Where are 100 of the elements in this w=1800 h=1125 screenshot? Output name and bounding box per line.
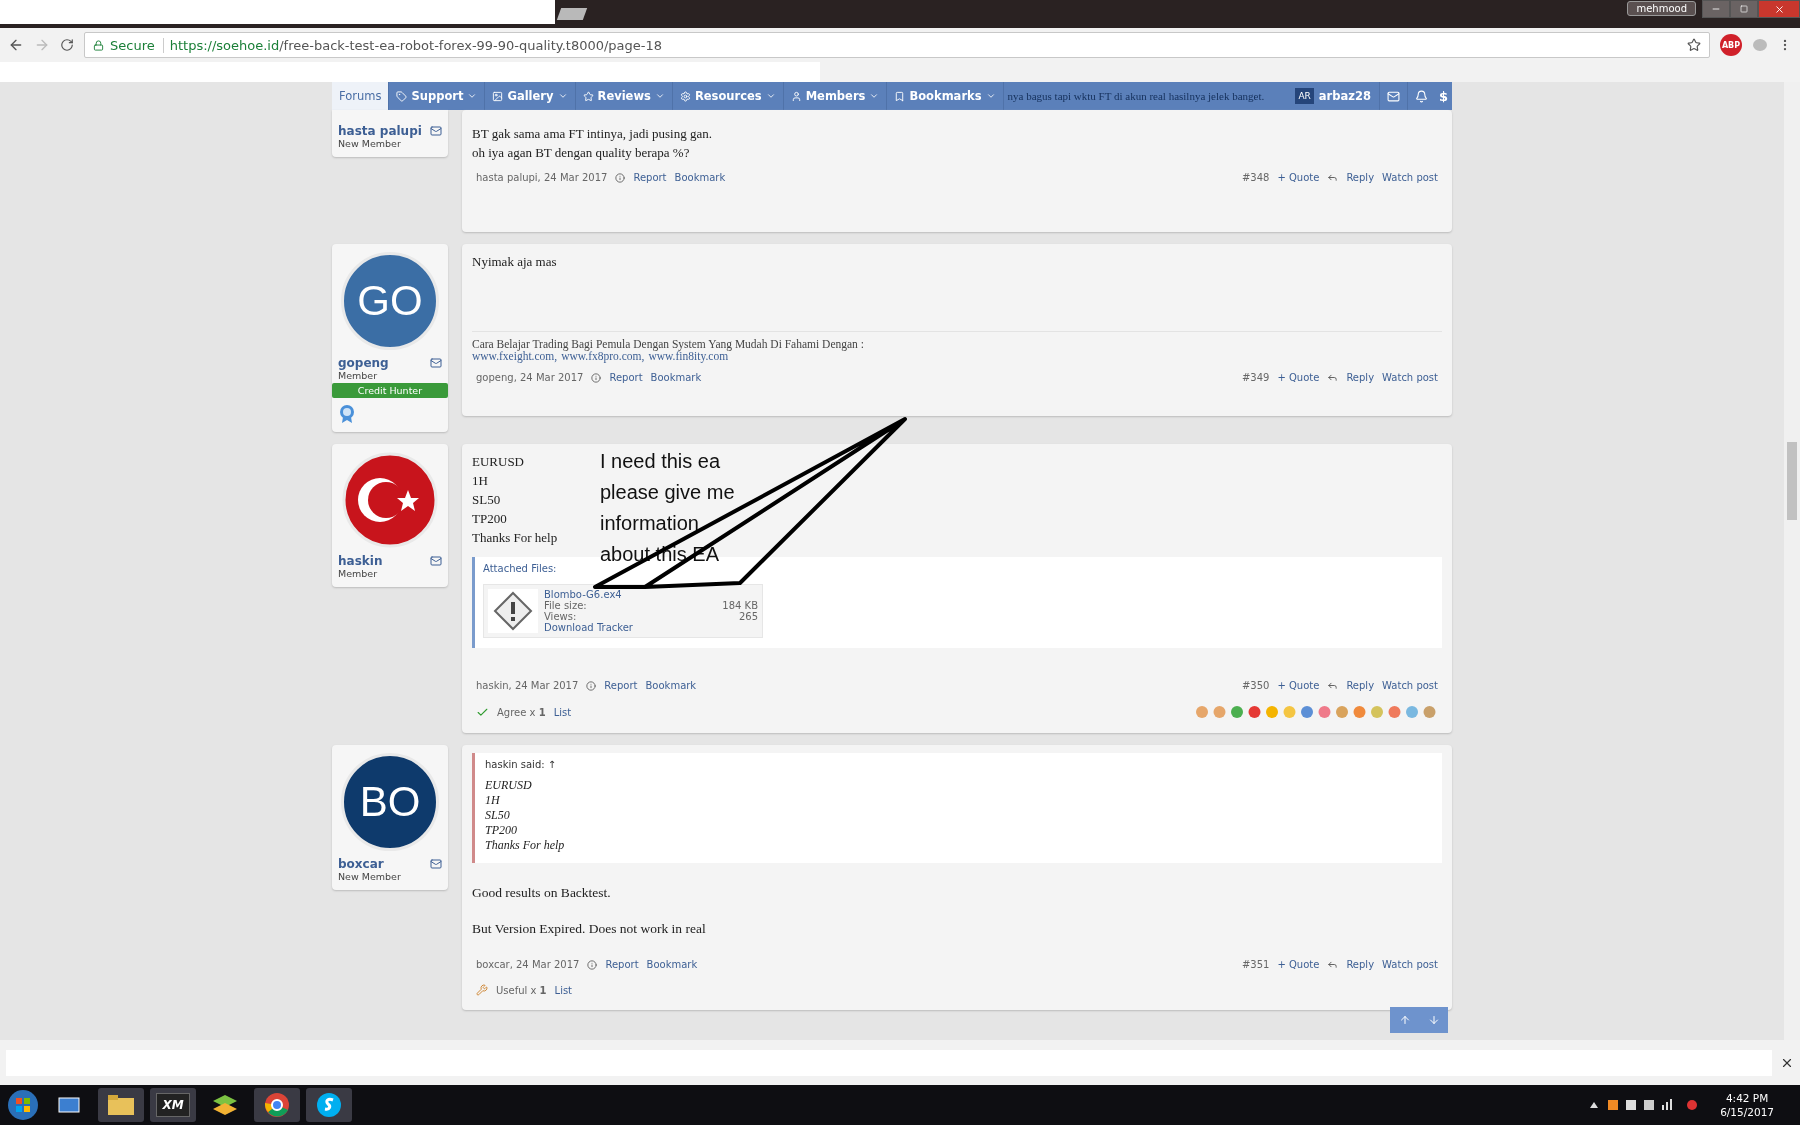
attachments-label: Attached Files: <box>483 563 558 574</box>
user-title: New Member <box>338 138 402 149</box>
post-text: Good results on Backtest. <box>472 885 612 901</box>
reply-icon <box>1327 372 1339 383</box>
start-button-icon[interactable] <box>6 1088 40 1122</box>
avatar: GO <box>341 252 439 350</box>
watch-post-link[interactable]: Watch post <box>1382 680 1438 691</box>
back-icon[interactable] <box>8 37 24 53</box>
report-link[interactable]: Report <box>605 959 639 970</box>
report-link[interactable]: Report <box>604 680 638 691</box>
download-tracker-link[interactable]: Download Tracker <box>544 622 758 633</box>
info-icon <box>586 680 597 691</box>
user-name[interactable]: hasta palupi <box>338 124 422 138</box>
bookmark-icon <box>894 90 906 102</box>
reaction-list-link[interactable]: List <box>554 984 573 996</box>
user-name[interactable]: gopeng <box>338 356 389 370</box>
mail-icon[interactable] <box>430 555 442 567</box>
reaction-summary: Agree x 1 <box>497 706 546 718</box>
quote-line: 1H <box>485 793 501 808</box>
inbox-icon[interactable] <box>1386 89 1400 103</box>
nav-cut-label[interactable]: $ <box>1434 88 1452 104</box>
reaction-icons-drawing[interactable] <box>1194 705 1438 719</box>
user-name[interactable]: haskin <box>338 554 383 568</box>
user-title: Member <box>338 568 379 579</box>
mail-icon[interactable] <box>430 357 442 369</box>
reaction-list-link[interactable]: List <box>553 706 572 718</box>
quote-header: haskin said: ↑ <box>485 759 558 770</box>
quote-line: Thanks For help <box>485 838 566 853</box>
reply-icon <box>1327 959 1339 970</box>
info-icon <box>587 959 598 970</box>
reply-link[interactable]: Reply <box>1346 959 1375 970</box>
quote-link[interactable]: + Quote <box>1277 372 1320 383</box>
new-tab-button[interactable] <box>556 8 588 20</box>
mail-icon[interactable] <box>430 858 442 870</box>
image-icon <box>492 90 504 102</box>
post-text: oh iya agan BT dengan quality berapa %? <box>472 144 690 162</box>
quote-line: EURUSD <box>485 778 533 793</box>
report-link[interactable]: Report <box>609 372 643 383</box>
post-byline: hasta palupi, 24 Mar 2017 <box>476 172 608 183</box>
signature-link[interactable]: www.fin8ity.com <box>648 350 729 362</box>
watch-post-link[interactable]: Watch post <box>1382 959 1438 970</box>
views-label: Views: <box>544 611 578 622</box>
signature-link[interactable]: www.fxeight.com, <box>472 350 558 362</box>
taskbar-app[interactable] <box>254 1088 300 1122</box>
reaction-summary: Useful x 1 <box>496 984 547 996</box>
taskbar-clock[interactable]: 4:42 PM 6/15/2017 <box>1720 1091 1774 1119</box>
window-icon <box>56 1095 82 1115</box>
post-text: 1H <box>472 472 488 490</box>
signature-link[interactable]: www.fx8pro.com, <box>561 350 645 362</box>
profile-button[interactable]: mehmood <box>1627 1 1696 16</box>
post-byline: boxcar, 24 Mar 2017 <box>476 959 580 970</box>
user-name[interactable]: arbaz28 <box>1318 89 1371 103</box>
post-text: EURUSD <box>472 453 524 471</box>
taskbar-app[interactable] <box>306 1088 352 1122</box>
watch-post-link[interactable]: Watch post <box>1382 372 1438 383</box>
quote-line: TP200 <box>485 823 518 838</box>
nav-tab[interactable]: Forums <box>332 82 390 110</box>
post-text: Nyimak aja mas <box>472 253 557 271</box>
bookmark-link[interactable]: Bookmark <box>674 172 726 183</box>
quote-link[interactable]: + Quote <box>1277 172 1320 183</box>
quote-link[interactable]: + Quote <box>1277 959 1320 970</box>
report-link[interactable]: Report <box>633 172 667 183</box>
maximize-button[interactable] <box>1730 0 1758 18</box>
bookmark-link[interactable]: Bookmark <box>646 959 698 970</box>
reply-link[interactable]: Reply <box>1346 172 1375 183</box>
user-name[interactable]: boxcar <box>338 857 384 871</box>
file-name-link[interactable]: Blombo-G6.ex4 <box>544 589 758 600</box>
user-icon <box>790 90 802 102</box>
reply-link[interactable]: Reply <box>1346 372 1375 383</box>
chevron-down-icon <box>869 91 880 101</box>
chevron-down-icon <box>557 91 568 101</box>
minimize-button[interactable] <box>1702 0 1730 18</box>
user-badge: Credit Hunter <box>332 383 448 398</box>
bell-icon[interactable] <box>1414 89 1428 103</box>
reply-link[interactable]: Reply <box>1346 680 1375 691</box>
avatar: BO <box>341 753 439 851</box>
file-size: 184 KB <box>722 600 758 611</box>
user-avatar[interactable]: AR <box>1295 88 1314 104</box>
browser-icon <box>264 1092 290 1118</box>
address-bar[interactable]: Secure https://soehoe.id/free-back-test-ea-robot-forex-99-90-quality.t8000/page-18 <box>84 32 1710 58</box>
user-title: Member <box>338 370 379 381</box>
quote-link[interactable]: + Quote <box>1277 680 1320 691</box>
chevron-down-icon <box>467 91 478 101</box>
post-number: #348 <box>1241 172 1270 183</box>
bookmark-star-icon[interactable] <box>1687 38 1701 52</box>
covered-post-text: nya bagus tapi wktu FT di akun real hasilnya jelek banget. <box>1007 90 1265 102</box>
bookmark-link[interactable]: Bookmark <box>645 680 697 691</box>
bookmark-link[interactable]: Bookmark <box>650 372 702 383</box>
adblock-icon[interactable]: ABP <box>1720 34 1742 56</box>
post-number: #350 <box>1241 680 1270 691</box>
post-text: But Version Expired. Does not work in real <box>472 921 707 937</box>
post-text: BT gak sama ama FT intinya, jadi pusing gan. <box>472 125 712 143</box>
signature-text: Cara Belajar Trading Bagi Pemula Dengan System Yang Mudah Di Fahami Dengan : <box>472 338 865 350</box>
gear-icon <box>679 90 691 102</box>
reload-icon[interactable] <box>60 38 74 52</box>
taskbar-app[interactable]: XM <box>150 1088 196 1122</box>
user-title: New Member <box>338 871 402 882</box>
taskbar-app[interactable] <box>98 1088 144 1122</box>
mail-icon[interactable] <box>430 125 442 137</box>
watch-post-link[interactable]: Watch post <box>1382 172 1438 183</box>
